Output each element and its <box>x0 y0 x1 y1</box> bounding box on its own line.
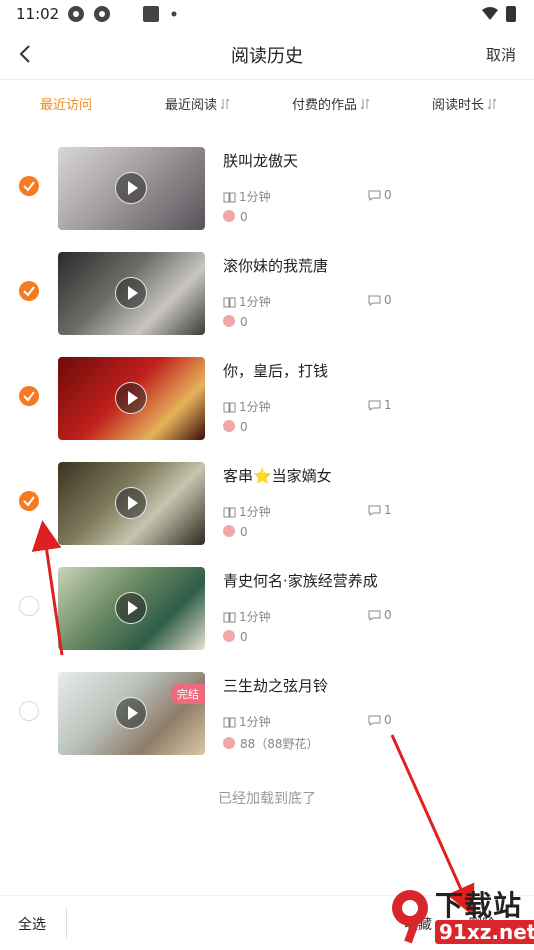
item-title[interactable]: 你，皇后，打钱 <box>223 360 328 381</box>
sort-icon <box>220 98 230 110</box>
duration: 1分钟 <box>223 713 271 730</box>
comment-icon <box>368 400 381 411</box>
sort-tabs: 最近访问 最近阅读 付费的作品 阅读时长 <box>0 80 534 126</box>
flower-icon <box>223 420 235 432</box>
list-end-text: 已经加载到底了 <box>218 791 316 807</box>
flower-count: 0 <box>223 525 248 539</box>
duration: 1分钟 <box>223 188 271 205</box>
cover-image[interactable] <box>58 567 205 650</box>
select-all-button[interactable]: 全选 <box>18 914 46 934</box>
square-notification-icon <box>143 6 159 22</box>
checkbox-unchecked[interactable] <box>19 701 39 721</box>
watermark-text: 下载站 <box>435 889 523 922</box>
book-icon <box>223 717 236 728</box>
checkbox-checked[interactable] <box>19 386 39 406</box>
duration: 1分钟 <box>223 503 271 520</box>
page-title: 阅读历史 <box>231 46 303 67</box>
flower-icon <box>223 737 235 749</box>
cover-image[interactable]: 完结 <box>58 672 205 755</box>
comment-count: 0 <box>368 713 392 727</box>
flower-icon <box>223 525 235 537</box>
watermark: 下载站 91xz.net <box>380 880 534 950</box>
comment-icon <box>368 715 381 726</box>
duration: 1分钟 <box>223 293 271 310</box>
flower-icon <box>223 315 235 327</box>
cover-image[interactable] <box>58 147 205 230</box>
list-item[interactable]: 你，皇后，打钱 1分钟 1 0 <box>0 350 534 454</box>
play-icon[interactable] <box>115 697 147 729</box>
comment-icon <box>368 505 381 516</box>
comment-count: 1 <box>368 398 392 412</box>
flower-count: 0 <box>223 210 248 224</box>
sort-icon <box>360 98 370 110</box>
duration: 1分钟 <box>223 608 271 625</box>
play-icon[interactable] <box>115 382 147 414</box>
play-icon[interactable] <box>115 592 147 624</box>
list-item[interactable]: 朕叫龙傲天 1分钟 0 0 <box>0 140 534 244</box>
play-icon[interactable] <box>115 487 147 519</box>
play-icon[interactable] <box>115 277 147 309</box>
nav-bar: 阅读历史 取消 <box>0 28 534 80</box>
play-icon[interactable] <box>115 172 147 204</box>
cover-image[interactable] <box>58 357 205 440</box>
comment-count: 1 <box>368 503 392 517</box>
tab-paid-works[interactable]: 付费的作品 <box>292 94 370 113</box>
app-notification-icon <box>68 6 84 22</box>
list-item[interactable]: 完结 三生劫之弦月铃 1分钟 0 88（88野花） <box>0 665 534 769</box>
flower-count: 0 <box>223 420 248 434</box>
checkbox-checked[interactable] <box>19 491 39 511</box>
comment-icon <box>368 190 381 201</box>
item-title[interactable]: 三生劫之弦月铃 <box>223 675 328 696</box>
tab-read-duration[interactable]: 阅读时长 <box>432 94 497 113</box>
item-title[interactable]: 客串⭐当家嫡女 <box>223 465 332 486</box>
flower-icon <box>223 210 235 222</box>
app-notification-icon <box>94 6 110 22</box>
cover-image[interactable] <box>58 462 205 545</box>
list-item[interactable]: 滚你妹的我荒唐 1分钟 0 0 <box>0 245 534 349</box>
checkbox-checked[interactable] <box>19 281 39 301</box>
dot-notification-icon <box>171 11 177 17</box>
item-title[interactable]: 朕叫龙傲天 <box>223 150 298 171</box>
book-icon <box>223 612 236 623</box>
book-icon <box>223 192 236 203</box>
comment-icon <box>368 295 381 306</box>
item-title[interactable]: 滚你妹的我荒唐 <box>223 255 328 276</box>
cover-image[interactable] <box>58 252 205 335</box>
flower-icon <box>223 630 235 642</box>
book-icon <box>223 507 236 518</box>
sort-icon <box>487 98 497 110</box>
tab-recent-read[interactable]: 最近阅读 <box>165 94 230 113</box>
comment-count: 0 <box>368 608 392 622</box>
book-icon <box>223 297 236 308</box>
status-bar: 11:02 <box>0 0 534 28</box>
flower-count: 0 <box>223 630 248 644</box>
comment-count: 0 <box>368 188 392 202</box>
divider <box>66 908 67 938</box>
status-time: 11:02 <box>16 5 60 23</box>
list-item[interactable]: 客串⭐当家嫡女 1分钟 1 0 <box>0 455 534 559</box>
list-item[interactable]: 青史何名·家族经营养成 1分钟 0 0 <box>0 560 534 664</box>
comment-icon <box>368 610 381 621</box>
flower-count: 0 <box>223 315 248 329</box>
comment-count: 0 <box>368 293 392 307</box>
cancel-button[interactable]: 取消 <box>486 44 516 65</box>
book-icon <box>223 402 236 413</box>
completed-badge: 完结 <box>171 684 205 704</box>
watermark-logo-icon <box>392 890 428 944</box>
tab-recent-visit[interactable]: 最近访问 <box>40 94 92 113</box>
wifi-battery-icon <box>482 6 516 22</box>
flower-count: 88（88野花） <box>223 735 319 752</box>
item-title[interactable]: 青史何名·家族经营养成 <box>223 570 378 591</box>
checkbox-checked[interactable] <box>19 176 39 196</box>
duration: 1分钟 <box>223 398 271 415</box>
watermark-domain: 91xz.net <box>435 920 534 944</box>
checkbox-unchecked[interactable] <box>19 596 39 616</box>
